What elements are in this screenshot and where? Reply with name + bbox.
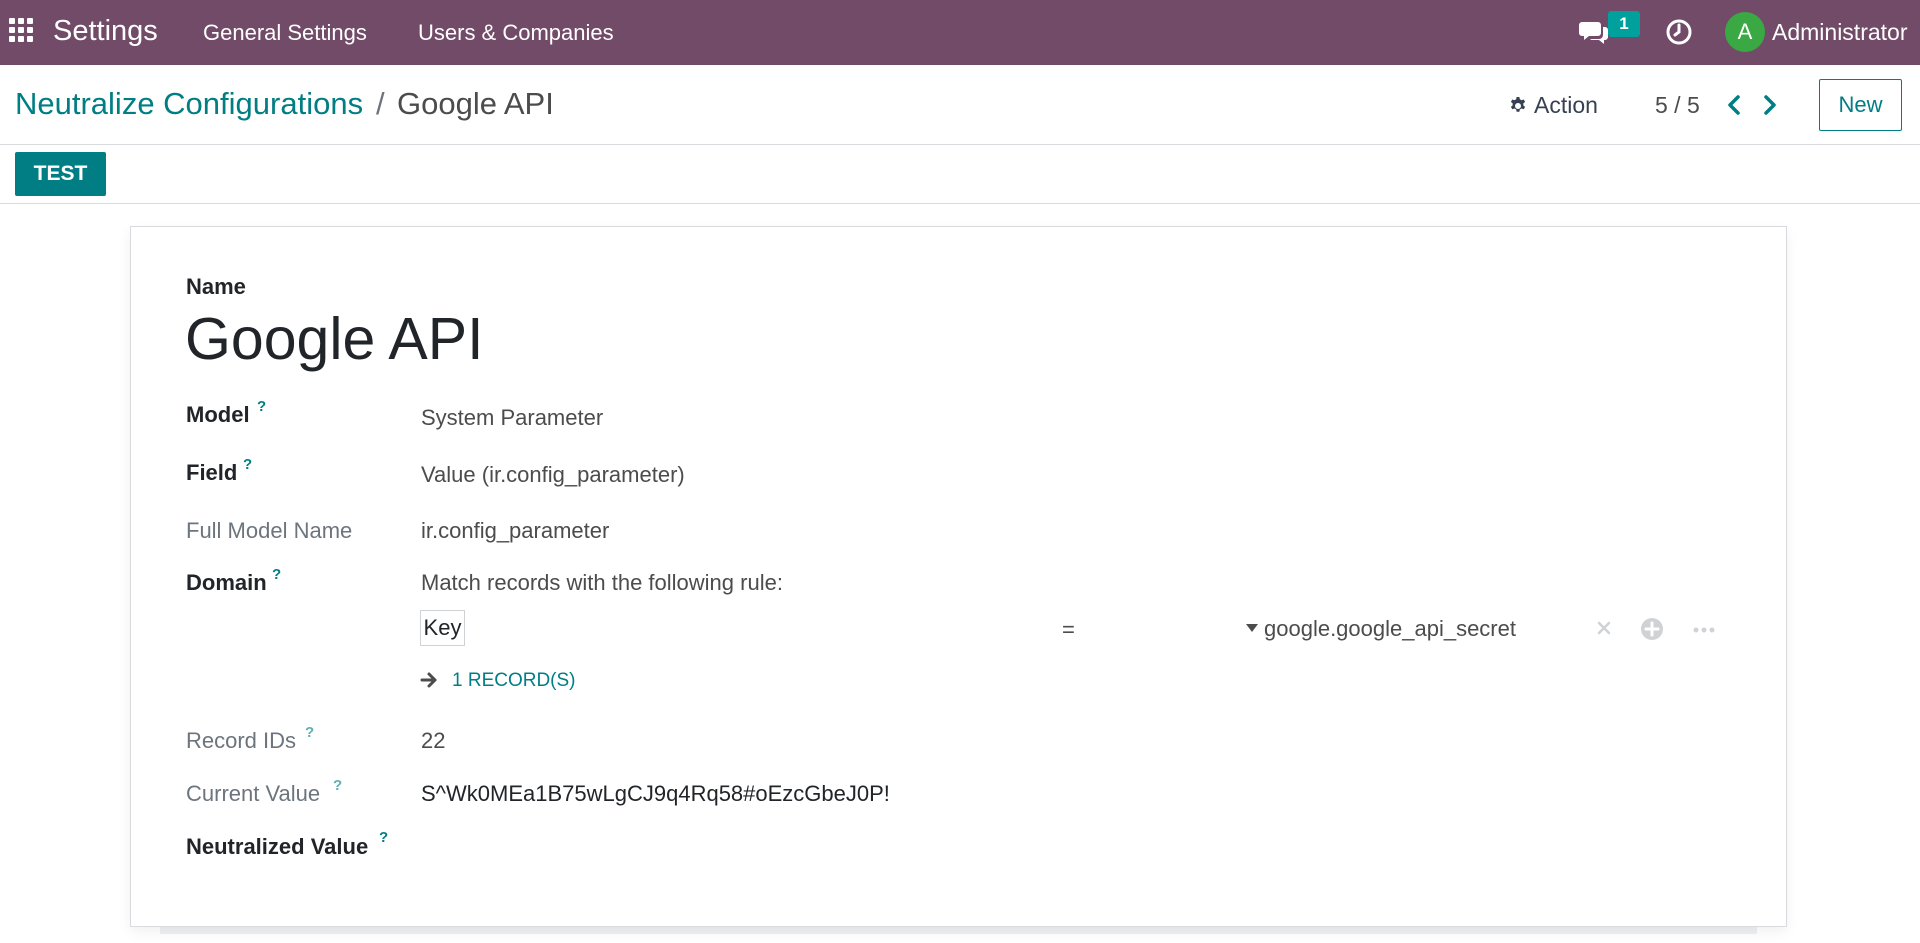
domain-label: Domain (186, 570, 267, 595)
current-value-field: S^Wk0MEa1B75wLgCJ9q4Rq58#oEzcGbeJ0P! (421, 781, 890, 806)
model-label: Model (186, 402, 250, 427)
field-field[interactable]: Value (ir.config_parameter) (421, 462, 685, 488)
new-button[interactable]: New (1819, 79, 1902, 131)
field-label: Field (186, 460, 238, 485)
gear-icon (1510, 96, 1526, 112)
pager-value[interactable]: 5 / 5 (1655, 92, 1700, 119)
domain-intro-text: Match records with the following rule: (421, 570, 783, 595)
record-ids-label: Record IDs (186, 728, 297, 753)
breadcrumb-separator: / (376, 86, 385, 121)
action-label: Action (1534, 92, 1598, 118)
sheet-shadow (160, 926, 1757, 934)
current-value-label: Current Value (186, 781, 321, 806)
neutralized-value-help-icon[interactable]: ? (379, 829, 388, 846)
model-help-icon[interactable]: ? (257, 398, 266, 415)
action-button[interactable]: Action (1508, 92, 1598, 119)
domain-operator[interactable]: = (1062, 617, 1075, 643)
chevron-right-icon[interactable] (1758, 91, 1782, 119)
breadcrumb-current: Google API (397, 86, 554, 121)
domain-path-field[interactable]: Key (420, 610, 465, 646)
name-label: Name (186, 274, 246, 299)
menu-users-companies[interactable]: Users & Companies (418, 20, 614, 46)
domain-help-icon[interactable]: ? (272, 566, 281, 583)
add-rule-icon[interactable] (1640, 617, 1664, 641)
top-navbar: Settings General Settings Users & Compan… (0, 0, 1920, 65)
record-name-field[interactable]: Google API (185, 305, 484, 373)
breadcrumb-neutralize-configurations[interactable]: Neutralize Configurations (15, 86, 363, 122)
clock-icon[interactable] (1664, 17, 1694, 47)
full-model-name-value: ir.config_parameter (421, 518, 610, 543)
record-ids-help-icon[interactable]: ? (305, 724, 314, 741)
test-button[interactable]: TEST (15, 152, 106, 196)
records-link[interactable]: 1 RECORD(S) (452, 670, 576, 692)
form-statusbar: TEST (0, 145, 1920, 204)
menu-general-settings[interactable]: General Settings (203, 20, 367, 46)
record-ids-value: 22 (421, 728, 446, 753)
model-field[interactable]: System Parameter (421, 405, 603, 431)
close-icon[interactable] (1596, 620, 1612, 636)
field-help-icon[interactable]: ? (243, 456, 252, 473)
chevron-left-icon[interactable] (1722, 91, 1746, 119)
chat-icon[interactable] (1578, 16, 1610, 48)
domain-value-field[interactable]: google.google_api_secret (1264, 616, 1516, 642)
caret-down-icon[interactable] (1246, 623, 1258, 633)
more-options-icon[interactable] (1692, 626, 1716, 634)
app-name[interactable]: Settings (53, 15, 158, 48)
user-menu[interactable]: Administrator (1772, 19, 1907, 46)
arrow-right-icon (420, 672, 437, 688)
current-value-help-icon[interactable]: ? (333, 777, 342, 794)
control-panel: Neutralize Configurations / Google API A… (0, 65, 1920, 145)
avatar[interactable]: A (1725, 12, 1765, 52)
chat-badge: 1 (1608, 11, 1640, 37)
full-model-name-label: Full Model Name (186, 518, 353, 543)
apps-grid-icon[interactable] (9, 18, 33, 42)
neutralized-value-label: Neutralized Value (186, 834, 369, 859)
